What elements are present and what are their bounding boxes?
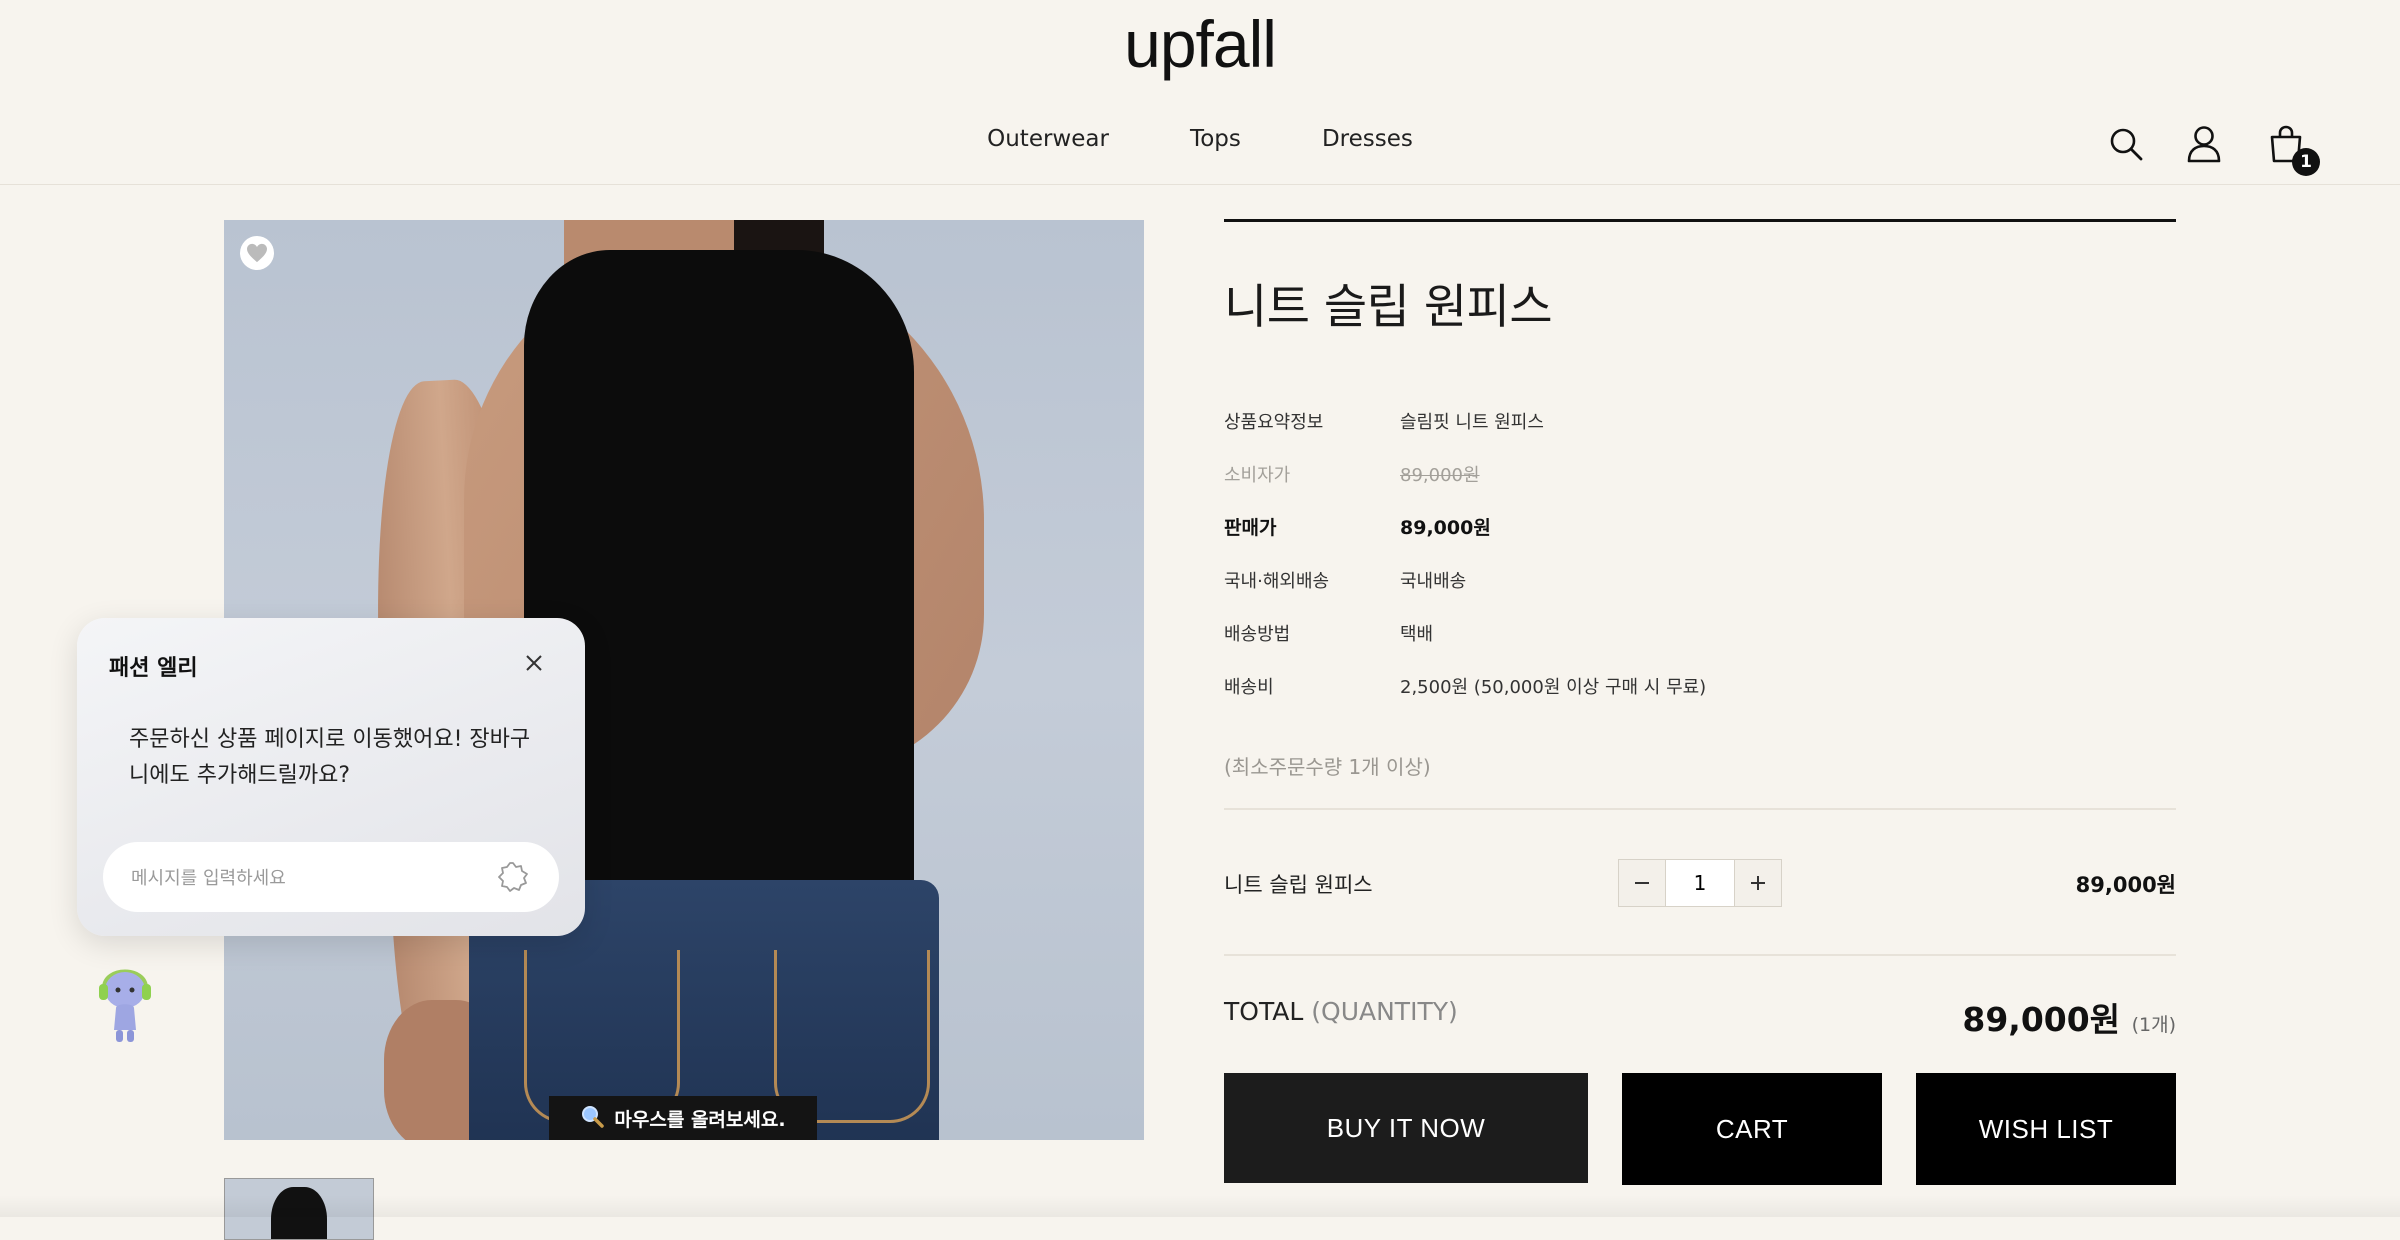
info-top-rule: [1224, 219, 2176, 222]
spec-label: 국내·해외배송: [1224, 570, 1330, 592]
spec-label: 배송방법: [1224, 623, 1291, 645]
spec-row-shipping-fee: 배송비 2,500원 (50,000원 이상 구매 시 무료): [1224, 659, 2176, 712]
spec-value: 89,000원: [1400, 464, 1480, 486]
search-icon[interactable]: [2104, 122, 2148, 166]
cart-count-badge: 1: [2292, 148, 2320, 176]
wish-list-button[interactable]: WISH LIST: [1916, 1073, 2176, 1185]
main-nav: Outerwear Tops Dresses: [0, 126, 2400, 152]
quantity-increase-button[interactable]: [1735, 860, 1781, 906]
send-icon[interactable]: [497, 861, 529, 893]
shopping-bag-icon[interactable]: 1: [2264, 122, 2320, 176]
product-title: 니트 슬립 원피스: [1224, 280, 1553, 335]
total-count: (1개): [2131, 1014, 2176, 1036]
total-amount: 89,000원: [1962, 1000, 2121, 1039]
buy-now-button[interactable]: BUY IT NOW: [1224, 1073, 1588, 1183]
spec-row-retail-price: 소비자가 89,000원: [1224, 447, 2176, 500]
spec-value: 2,500원 (50,000원 이상 구매 시 무료): [1400, 676, 1707, 698]
total-label-text: TOTAL: [1224, 997, 1304, 1026]
nav-item-outerwear[interactable]: Outerwear: [987, 126, 1109, 152]
spec-value: 89,000원: [1400, 517, 1491, 539]
divider: [1224, 808, 2176, 810]
spec-row-summary: 상품요약정보 슬림핏 니트 원피스: [1224, 394, 2176, 447]
chat-widget: 패션 엘리 주문하신 상품 페이지로 이동했어요! 장바구니에도 추가해드릴까요…: [77, 618, 585, 936]
divider: [1224, 954, 2176, 956]
spec-label: 상품요약정보: [1224, 411, 1324, 433]
quantity-input[interactable]: [1665, 860, 1735, 906]
page-bottom-shadow: [0, 1195, 2400, 1217]
chat-input-container: [103, 842, 559, 914]
chatbot-avatar-icon[interactable]: [96, 958, 154, 1046]
product-spec-table: 상품요약정보 슬림핏 니트 원피스 소비자가 89,000원 판매가 89,00…: [1224, 394, 2176, 712]
site-header: upfall Outerwear Tops Dresses 1: [0, 0, 2400, 185]
spec-label: 배송비: [1224, 676, 1274, 698]
nav-item-dresses[interactable]: Dresses: [1322, 126, 1413, 152]
spec-label: 판매가: [1224, 517, 1277, 539]
quantity-stepper: [1618, 859, 1782, 907]
quantity-decrease-button[interactable]: [1619, 860, 1665, 906]
chat-message-input[interactable]: [129, 842, 493, 914]
spec-row-shipping-region: 국내·해외배송 국내배송: [1224, 553, 2176, 606]
spec-row-shipping-method: 배송방법 택배: [1224, 606, 2176, 659]
spec-value: 슬림핏 니트 원피스: [1400, 411, 1544, 433]
spec-label: 소비자가: [1224, 464, 1291, 486]
line-item-price: 89,000원: [2075, 873, 2176, 897]
zoom-hint: 마우스를 올려보세요.: [549, 1096, 817, 1140]
user-icon[interactable]: [2182, 122, 2226, 166]
min-order-note: (최소주문수량 1개 이상): [1224, 755, 1431, 779]
heart-icon[interactable]: [240, 236, 274, 270]
nav-item-tops[interactable]: Tops: [1190, 126, 1241, 152]
add-to-cart-button[interactable]: CART: [1622, 1073, 1882, 1185]
total-price: 89,000원 (1개): [1962, 993, 2176, 1041]
chat-message: 주문하신 상품 페이지로 이동했어요! 장바구니에도 추가해드릴까요?: [129, 727, 531, 788]
close-icon[interactable]: [519, 648, 549, 678]
spec-value: 국내배송: [1400, 570, 1467, 592]
total-label: TOTAL (QUANTITY): [1224, 997, 1458, 1026]
chat-title: 패션 엘리: [109, 656, 198, 681]
zoom-hint-text: 마우스를 올려보세요.: [614, 1108, 786, 1131]
magnifier-icon: [580, 1104, 605, 1133]
spec-row-sale-price: 판매가 89,000원: [1224, 500, 2176, 553]
spec-value: 택배: [1400, 623, 1434, 645]
total-quantity-label: (QUANTITY): [1311, 997, 1458, 1026]
line-item-name: 니트 슬립 원피스: [1224, 873, 1373, 897]
site-logo[interactable]: upfall: [0, 6, 2400, 82]
